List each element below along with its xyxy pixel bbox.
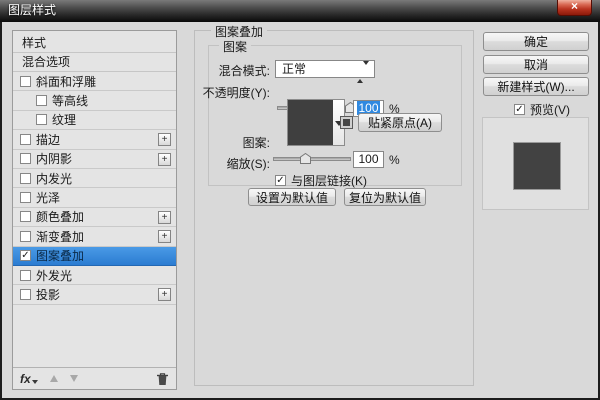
sidebar-item-label: 图案叠加 — [36, 247, 84, 264]
pattern-swatch[interactable] — [287, 99, 334, 146]
make-default-button[interactable]: 设置为默认值 — [248, 188, 336, 206]
sidebar-item-color-overlay[interactable]: 颜色叠加 + — [13, 208, 176, 227]
move-down-icon[interactable] — [70, 375, 78, 382]
close-icon: × — [571, 0, 578, 13]
checkbox[interactable] — [36, 114, 47, 125]
sidebar-item-stroke[interactable]: 描边 + — [13, 130, 176, 149]
new-style-button[interactable]: 新建样式(W)... — [483, 77, 589, 96]
checkbox[interactable] — [20, 134, 31, 145]
move-up-icon[interactable] — [50, 375, 58, 382]
close-button[interactable]: × — [557, 0, 592, 16]
sidebar-item-blending-options[interactable]: 混合选项 — [13, 53, 176, 72]
ok-button[interactable]: 确定 — [483, 32, 589, 51]
titlebar[interactable]: 图层样式 × — [0, 0, 600, 22]
add-effect-button[interactable]: + — [158, 230, 171, 243]
checkbox[interactable] — [20, 211, 31, 222]
new-preset-icon[interactable] — [340, 116, 353, 129]
checkbox-checked[interactable]: ✓ — [275, 175, 286, 186]
checkbox[interactable] — [20, 153, 31, 164]
add-effect-button[interactable]: + — [158, 133, 171, 146]
fx-caret-icon — [32, 380, 38, 384]
sidebar-item-inner-shadow[interactable]: 内阴影 + — [13, 150, 176, 169]
sidebar-item-label: 投影 — [36, 286, 60, 303]
sidebar-item-label: 渐变叠加 — [36, 228, 84, 245]
layer-style-dialog: 图层样式 × 样式 混合选项 斜面和浮雕 等高线 纹理 描边 — [0, 0, 600, 400]
preview-checkbox[interactable]: ✓ 预览(V) — [514, 101, 570, 118]
sidebar-item-label: 颜色叠加 — [36, 208, 84, 225]
sidebar-item-label: 等高线 — [52, 92, 88, 109]
blend-mode-label: 混合模式: — [188, 62, 270, 77]
fx-menu-button[interactable]: fx — [20, 372, 31, 386]
preview-panel — [482, 117, 589, 210]
sidebar-item-inner-glow[interactable]: 内发光 — [13, 169, 176, 188]
styles-sidebar: 样式 混合选项 斜面和浮雕 等高线 纹理 描边 + 内阴影 — [12, 30, 177, 390]
sidebar-item-label: 描边 — [36, 131, 60, 148]
blend-mode-value: 正常 — [282, 62, 306, 76]
checkbox[interactable] — [20, 289, 31, 300]
scale-slider[interactable] — [273, 153, 351, 164]
snap-to-origin-button[interactable]: 贴紧原点(A) — [358, 113, 442, 132]
checkbox[interactable] — [20, 192, 31, 203]
sidebar-item-contour[interactable]: 等高线 — [13, 91, 176, 110]
sidebar-item-outer-glow[interactable]: 外发光 — [13, 266, 176, 285]
sidebar-item-gradient-overlay[interactable]: 渐变叠加 + — [13, 227, 176, 246]
scale-unit: % — [389, 153, 403, 168]
link-with-layer-label: 与图层链接(K) — [291, 172, 367, 189]
preview-label: 预览(V) — [530, 101, 570, 118]
scale-value: 100 — [358, 152, 378, 166]
group-title: 图案 — [219, 38, 251, 55]
opacity-label: 不透明度(Y): — [188, 84, 270, 99]
sidebar-item-label: 纹理 — [52, 111, 76, 128]
sidebar-item-label: 外发光 — [36, 267, 72, 284]
sidebar-item-satin[interactable]: 光泽 — [13, 188, 176, 207]
sidebar-footer: fx — [13, 367, 176, 389]
cancel-button[interactable]: 取消 — [483, 55, 589, 74]
dropdown-arrows-icon — [357, 64, 369, 80]
sidebar-item-drop-shadow[interactable]: 投影 + — [13, 285, 176, 304]
add-effect-button[interactable]: + — [158, 211, 171, 224]
scale-slider-thumb[interactable] — [300, 153, 311, 164]
blend-mode-select[interactable]: 正常 — [275, 60, 375, 78]
scale-input[interactable]: 100 — [353, 151, 384, 168]
sidebar-item-bevel-emboss[interactable]: 斜面和浮雕 — [13, 72, 176, 91]
window-title: 图层样式 — [0, 0, 600, 21]
sidebar-item-label: 斜面和浮雕 — [36, 73, 96, 90]
trash-icon[interactable] — [156, 372, 169, 386]
pattern-label: 图案: — [198, 134, 270, 149]
add-effect-button[interactable]: + — [158, 288, 171, 301]
sidebar-item-label: 内阴影 — [36, 150, 72, 167]
sidebar-item-styles[interactable]: 样式 — [13, 34, 176, 53]
checkbox[interactable] — [20, 173, 31, 184]
checkbox[interactable] — [20, 270, 31, 281]
checkbox[interactable] — [36, 95, 47, 106]
dialog-body: 样式 混合选项 斜面和浮雕 等高线 纹理 描边 + 内阴影 — [0, 22, 600, 400]
checkbox[interactable] — [20, 76, 31, 87]
scale-label: 缩放(S): — [198, 155, 270, 170]
checkbox[interactable] — [20, 231, 31, 242]
preview-swatch — [513, 142, 561, 190]
sidebar-item-label: 内发光 — [36, 170, 72, 187]
sidebar-item-texture[interactable]: 纹理 — [13, 111, 176, 130]
sidebar-item-pattern-overlay[interactable]: ✓ 图案叠加 — [13, 247, 176, 266]
checkbox-checked[interactable]: ✓ — [514, 104, 525, 115]
add-effect-button[interactable]: + — [158, 153, 171, 166]
sidebar-item-label: 光泽 — [36, 189, 60, 206]
reset-default-button[interactable]: 复位为默认值 — [344, 188, 426, 206]
link-with-layer-checkbox[interactable]: ✓ 与图层链接(K) — [275, 172, 367, 189]
checkbox-checked[interactable]: ✓ — [20, 250, 31, 261]
